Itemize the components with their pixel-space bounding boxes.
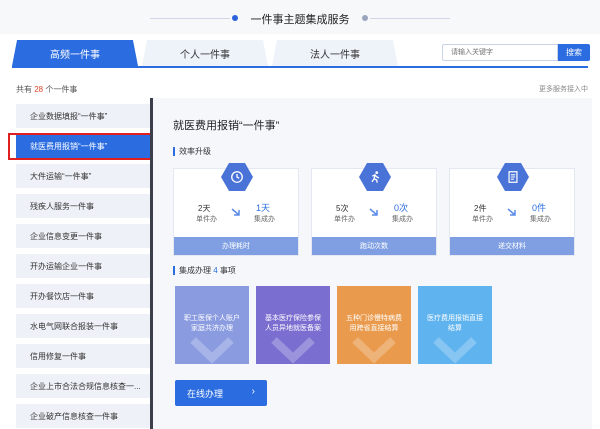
service-tile-chronic-disease-settlement[interactable]: 五种门诊慢特病费用跨省直接结算 — [337, 286, 411, 364]
sidebar-item-disabled-services[interactable]: 残疾人服务一件事 — [16, 194, 150, 218]
panel-title: 就医费用报销“一件事” — [173, 120, 280, 132]
service-tile-direct-settlement[interactable]: 医疗费用报销直接结算 — [418, 286, 492, 364]
integrated-prefix: 集成办理 — [179, 266, 211, 275]
header-divider-right — [370, 18, 450, 19]
after-label: 集成办 — [392, 216, 413, 223]
card-footer: 递交材料 — [450, 237, 574, 255]
chevron-down-icon — [352, 337, 396, 364]
detail-panel: 就医费用报销“一件事” 效率升级 2天 单件办 1天 集成办 办理耗时 5次 单… — [150, 98, 592, 429]
sidebar-item-enterprise-change[interactable]: 企业信息变更一件事 — [16, 224, 150, 248]
online-apply-button[interactable]: 在线办理 › — [175, 380, 267, 406]
after-label: 集成办 — [530, 216, 551, 223]
service-tile-remote-medical-filing[interactable]: 基本医疗保险参保人员异地就医备案 — [256, 286, 330, 364]
stat-card-trips: 5次 单件办 0次 集成办 跑动次数 — [311, 163, 437, 256]
arrow-down-right-icon — [231, 208, 240, 216]
online-apply-label: 在线办理 — [187, 388, 224, 399]
before-value: 5次 — [336, 204, 349, 213]
chevron-down-icon — [271, 337, 315, 364]
sidebar-item-credit-repair[interactable]: 信用修复一件事 — [16, 344, 150, 368]
tab-legal-person[interactable]: 法人一件事 — [272, 40, 398, 66]
sidebar-item-enterprise-data[interactable]: 企业数据填报“一件事” — [16, 104, 150, 128]
card-footer: 跑动次数 — [312, 237, 436, 255]
sidebar-item-medical-reimbursement[interactable]: 就医费用报销“一件事” — [16, 134, 150, 158]
tab-underline — [12, 66, 588, 68]
arrow-down-right-icon — [507, 208, 516, 216]
clock-icon — [221, 163, 253, 191]
sidebar-item-restaurant[interactable]: 开办餐饮店一件事 — [16, 284, 150, 308]
sidebar-item-large-transport[interactable]: 大件运输“一件事” — [16, 164, 150, 188]
after-value: 0次 — [394, 203, 409, 213]
document-icon — [497, 163, 529, 191]
chevron-down-icon — [433, 337, 477, 364]
count-summary: 共有 28 个一件事 — [16, 84, 77, 95]
after-value: 1天 — [256, 203, 271, 213]
efficiency-section-title: 效率升级 — [173, 146, 211, 157]
chevron-down-icon — [190, 337, 234, 364]
integrated-section-title: 集成办理 4 事项 — [173, 265, 236, 276]
search-button[interactable]: 搜索 — [558, 44, 590, 61]
after-value: 0件 — [532, 203, 547, 213]
tab-high-frequency[interactable]: 高频一件事 — [12, 40, 138, 66]
stat-card-materials: 2件 单件办 0件 集成办 递交材料 — [449, 163, 575, 256]
integrated-suffix: 事项 — [219, 266, 236, 275]
header-dot-right — [362, 15, 368, 21]
count-suffix: 个一件事 — [45, 85, 78, 94]
search-input[interactable] — [442, 44, 558, 61]
sidebar-item-ipo-verification[interactable]: 企业上市合法合规信息核查一... — [16, 374, 150, 398]
integrated-number: 4 — [213, 266, 218, 275]
chevron-right-icon: › — [251, 386, 255, 397]
before-label: 单件办 — [334, 216, 355, 223]
card-footer: 办理耗时 — [174, 237, 298, 255]
service-tile-family-mutual-aid[interactable]: 职工医保个人账户家庭共济办理 — [175, 286, 249, 364]
page-title: 一件事主题集成服务 — [250, 14, 350, 26]
sidebar-item-utilities[interactable]: 水电气网联合报装一件事 — [16, 314, 150, 338]
more-services-link[interactable]: 更多服务接入中 — [539, 84, 588, 94]
stat-card-time: 2天 单件办 1天 集成办 办理耗时 — [173, 163, 299, 256]
before-value: 2天 — [198, 204, 211, 213]
sidebar-item-bankruptcy[interactable]: 企业破产信息核查一件事 — [16, 404, 150, 428]
before-label: 单件办 — [472, 216, 493, 223]
count-number: 28 — [34, 85, 44, 94]
running-person-icon — [359, 163, 391, 191]
before-label: 单件办 — [196, 216, 217, 223]
arrow-down-right-icon — [369, 208, 378, 216]
before-value: 2件 — [474, 204, 487, 213]
sidebar-item-transport-company[interactable]: 开办运输企业一件事 — [16, 254, 150, 278]
sidebar: 企业数据填报“一件事” 就医费用报销“一件事” 大件运输“一件事” 残疾人服务一… — [16, 98, 150, 429]
tab-personal[interactable]: 个人一件事 — [142, 40, 268, 66]
count-prefix: 共有 — [16, 85, 32, 94]
after-label: 集成办 — [254, 216, 275, 223]
